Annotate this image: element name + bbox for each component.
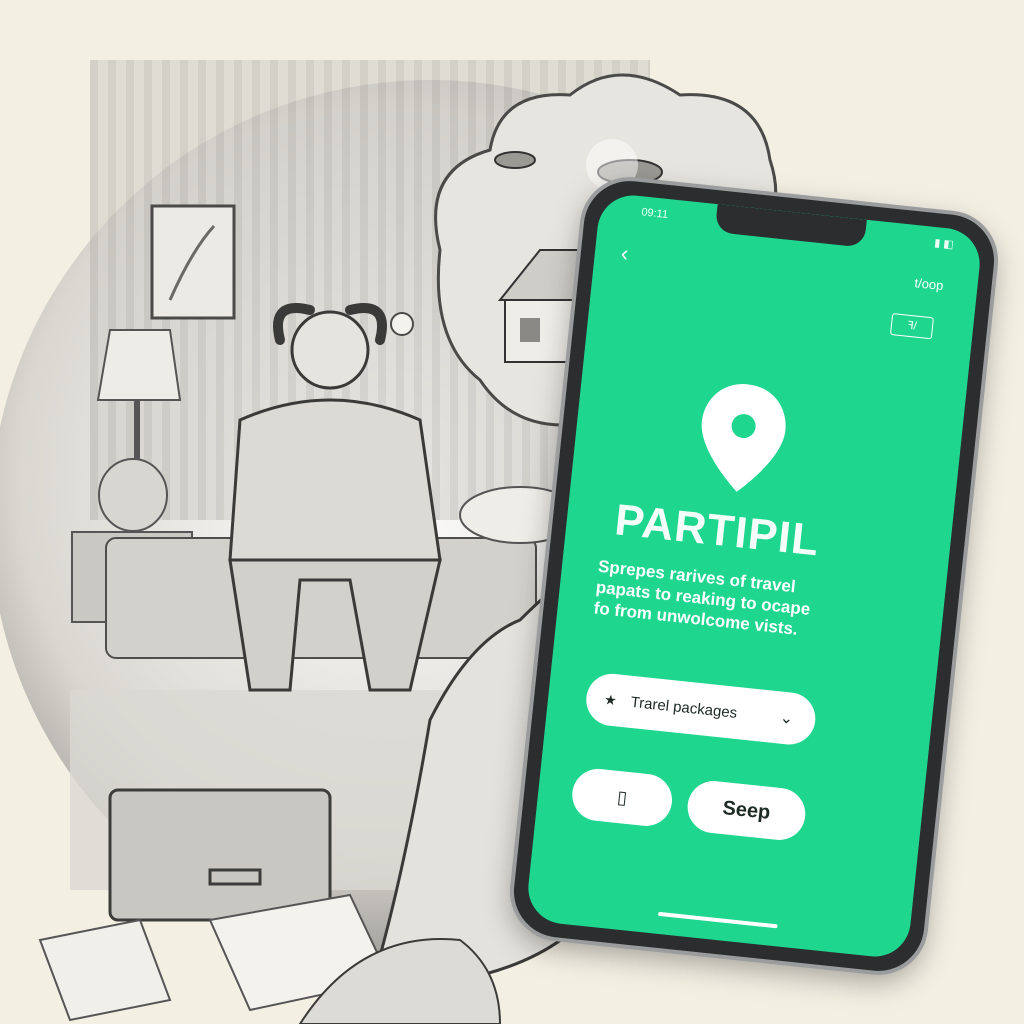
phone: 09:11 ▮ ◧ ‹ t/oop ꟻ/ PARTIPIL Sprepes ra… (509, 176, 999, 976)
suitcase (108, 788, 332, 922)
header-toggle-button[interactable]: ꟻ/ (889, 313, 935, 340)
chevron-down-icon: ⌄ (779, 709, 795, 728)
header-right-label[interactable]: t/oop (914, 275, 944, 293)
seep-button[interactable]: Seep (685, 778, 808, 843)
app-screen: 09:11 ▮ ◧ ‹ t/oop ꟻ/ PARTIPIL Sprepes ra… (524, 191, 984, 961)
status-time: 09:11 (640, 206, 669, 221)
secondary-button[interactable]: ▯ (569, 766, 675, 829)
battery-icon: ▮ ◧ (933, 237, 955, 252)
man-body (228, 398, 442, 562)
app-tagline: Sprepes rarives of travel papats to reak… (592, 556, 812, 639)
location-pin-icon (701, 384, 786, 492)
newspaper (38, 918, 172, 1022)
lamp-base (98, 458, 168, 532)
wall-picture (150, 204, 236, 320)
app-name: PARTIPIL (612, 495, 822, 566)
star-icon: ★ (603, 690, 618, 708)
home-indicator (657, 911, 778, 929)
man-head (290, 310, 370, 390)
back-button[interactable]: ‹ (620, 240, 630, 267)
lamp-shade (96, 329, 182, 401)
travel-packages-value: Trarel packages (629, 693, 739, 722)
travel-packages-select[interactable]: ★ Trarel packages ⌄ (583, 671, 818, 748)
